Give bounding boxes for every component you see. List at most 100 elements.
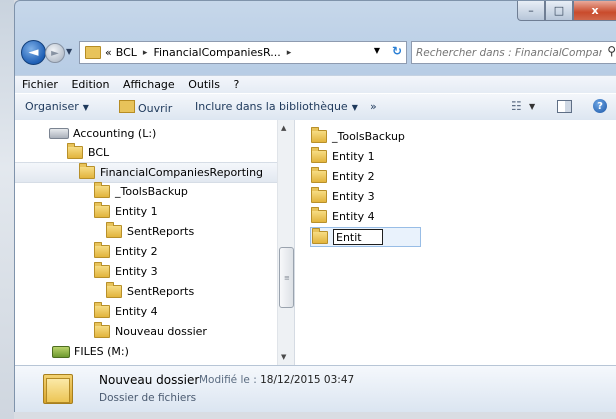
preview-pane-icon[interactable] (557, 100, 572, 113)
tree-item-label: BCL (88, 146, 110, 159)
tree-item-entity-4[interactable]: Entity 4 (94, 302, 158, 321)
breadcrumb-separator[interactable]: ▸ (287, 48, 292, 58)
list-item-entity-3[interactable]: Entity 3 (311, 186, 375, 205)
view-dropdown[interactable]: ▼ (529, 102, 535, 111)
more-commands-button[interactable]: » (370, 100, 377, 113)
folder-icon (94, 202, 110, 218)
tree-item-label: Entity 1 (115, 205, 158, 218)
open-button[interactable]: Ouvrir (119, 100, 172, 115)
folder-icon (94, 302, 110, 318)
folder-icon (94, 242, 110, 258)
scroll-down-icon[interactable]: ▼ (281, 353, 286, 361)
search-box[interactable]: ⚲ (411, 41, 616, 64)
grip-icon: ≡ (284, 274, 290, 282)
caption-buttons: – □ x (517, 1, 616, 21)
refresh-icon[interactable]: ↻ (392, 44, 402, 58)
back-button[interactable]: ◄ (21, 40, 46, 65)
menu-edition[interactable]: Edition (66, 76, 114, 91)
menu-fichier[interactable]: Fichier (17, 76, 63, 91)
folder-icon (311, 146, 327, 163)
tree-item-label: FinancialCompaniesReporting (100, 166, 264, 179)
file-list: _ToolsBackup Entity 1 Entity 2 Entity 3 … (295, 120, 616, 365)
tree-item-label: Nouveau dossier (115, 325, 207, 338)
details-item-type: Dossier de fichiers (99, 392, 197, 404)
tree-item-label: Entity 4 (115, 305, 158, 318)
list-item-entity-4[interactable]: Entity 4 (311, 206, 375, 225)
list-item-renaming[interactable] (310, 227, 421, 247)
folder-icon (312, 227, 328, 244)
search-icon[interactable]: ⚲ (607, 44, 616, 58)
forward-arrow-icon: ► (51, 47, 59, 59)
menu-outils[interactable]: Outils (183, 76, 225, 91)
folder-icon (94, 262, 110, 278)
folder-icon (311, 166, 327, 183)
tree-item-label: Accounting (L:) (73, 127, 157, 140)
close-button[interactable]: x (573, 1, 616, 21)
desktop-background (0, 0, 14, 419)
tree-item-entity-1[interactable]: Entity 1 (94, 202, 158, 221)
nav-scrollbar[interactable]: ▲ ≡ ▼ (277, 120, 294, 365)
scroll-thumb[interactable]: ≡ (279, 247, 294, 308)
list-item-entity-2[interactable]: Entity 2 (311, 166, 375, 185)
list-item-label: Entity 2 (332, 169, 375, 183)
rename-field[interactable] (333, 229, 383, 245)
open-folder-icon (119, 100, 135, 113)
address-bar[interactable]: « BCL ▸ FinancialCompaniesR... ▸ ▼ ↻ (79, 41, 407, 64)
address-row: ◄ ► ▼ « BCL ▸ FinancialCompaniesR... ▸ ▼… (15, 39, 616, 65)
tree-item-bcl[interactable]: BCL (67, 143, 109, 162)
details-modified: Modifié le : 18/12/2015 03:47 (199, 374, 354, 386)
list-item-label: Entity 1 (332, 149, 375, 163)
tree-item-accounting[interactable]: Accounting (L:) (49, 124, 156, 143)
breadcrumb-financialcompanies[interactable]: FinancialCompaniesR... (153, 46, 280, 59)
recent-pages-dropdown[interactable]: ▼ (66, 47, 72, 56)
view-options-icon[interactable]: ☷ (511, 99, 522, 113)
tree-item-entity-3[interactable]: Entity 3 (94, 262, 158, 281)
explorer-window: – □ x ◄ ► ▼ « BCL ▸ FinancialCompaniesR.… (14, 0, 616, 412)
tree-item-entity-2[interactable]: Entity 2 (94, 242, 158, 261)
search-input[interactable] (412, 45, 604, 60)
tree-item-files[interactable]: FILES (M:) (52, 342, 129, 361)
tree-item-sentreports[interactable]: SentReports (106, 222, 194, 241)
tree-item-financialcompaniesreporting[interactable]: FinancialCompaniesReporting (15, 162, 277, 183)
folder-icon (94, 322, 110, 338)
minimize-button[interactable]: – (517, 1, 545, 21)
tree-item-toolsbackup[interactable]: _ToolsBackup (94, 182, 188, 201)
network-drive-icon (52, 345, 70, 358)
drive-icon (49, 128, 69, 139)
details-pane: Nouveau dossier Modifié le : 18/12/2015 … (15, 365, 616, 412)
folder-icon (311, 186, 327, 203)
include-library-button[interactable]: Inclure dans la bibliothèque ▼ (195, 100, 358, 113)
tree-item-sentreports[interactable]: SentReports (106, 282, 194, 301)
breadcrumb-bcl[interactable]: BCL (116, 46, 137, 59)
breadcrumb-separator[interactable]: ▸ (143, 48, 148, 58)
folder-icon (106, 222, 122, 238)
menu-affichage[interactable]: Affichage (118, 76, 180, 91)
help-icon[interactable]: ? (593, 99, 607, 113)
modified-value: 18/12/2015 03:47 (260, 374, 355, 386)
tree-item-label: Entity 3 (115, 265, 158, 278)
list-item-label: Entity 4 (332, 209, 375, 223)
folder-icon (106, 282, 122, 298)
command-bar: Organiser ▼ Ouvrir Inclure dans la biblio… (15, 93, 616, 121)
address-overflow[interactable]: « (105, 46, 112, 59)
list-item-label: _ToolsBackup (332, 129, 405, 143)
organize-label: Organiser (25, 100, 79, 113)
menu-help[interactable]: ? (228, 76, 244, 91)
address-dropdown[interactable]: ▼ (374, 46, 380, 55)
back-arrow-icon: ◄ (28, 45, 39, 60)
folder-icon (85, 46, 101, 59)
list-item-entity-1[interactable]: Entity 1 (311, 146, 375, 165)
large-folder-icon (43, 372, 73, 404)
scroll-up-icon[interactable]: ▲ (281, 124, 286, 132)
list-item-toolsbackup[interactable]: _ToolsBackup (311, 126, 405, 145)
maximize-button[interactable]: □ (545, 1, 573, 21)
tree-item-label: _ToolsBackup (115, 185, 188, 198)
organize-button[interactable]: Organiser ▼ (25, 100, 89, 113)
folder-icon (311, 126, 327, 143)
modified-label: Modifié le : (199, 374, 257, 386)
tree-item-label: FILES (M:) (74, 345, 129, 358)
tree-item-nouveau-dossier[interactable]: Nouveau dossier (94, 322, 207, 341)
forward-button[interactable]: ► (45, 43, 65, 63)
folder-icon (311, 206, 327, 223)
folder-icon (67, 143, 83, 159)
